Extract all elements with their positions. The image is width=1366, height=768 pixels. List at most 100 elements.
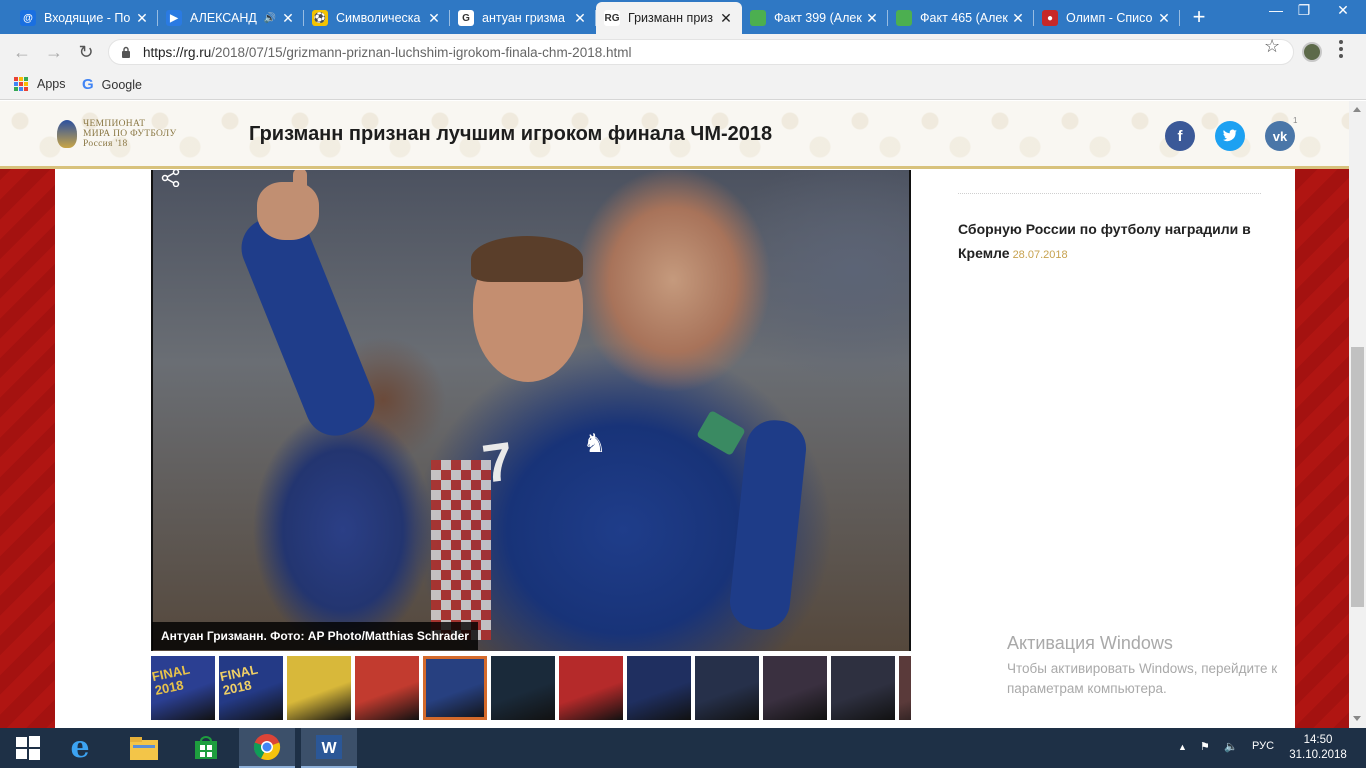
raised-arm-shape [232,205,384,445]
facebook-share-icon[interactable]: f [1165,121,1195,151]
tab-close-icon[interactable]: ✕ [426,10,442,27]
clock-date: 31.10.2018 [1289,749,1347,761]
thumbnail-label: FINAL 2018 [218,661,259,698]
folder-icon [130,737,158,760]
lock-icon [122,46,130,58]
sidebar-divider [958,193,1261,194]
taskbar-file-explorer[interactable] [116,728,172,768]
sidebar-news-link[interactable]: Сборную России по футболу наградили в Кр… [958,217,1268,267]
scroll-down-arrow-icon[interactable] [1353,716,1361,721]
croatia-shirt-shape [431,460,491,640]
logo-line-2: мира по футболу [83,129,177,139]
browser-tab[interactable]: Факт 465 (Алек ✕ [888,2,1034,34]
browser-menu-icon[interactable] [1338,40,1344,58]
reload-button[interactable]: ↻ [74,40,98,64]
url-path: /2018/07/15/grizmann-priznan-luchshim-ig… [211,45,632,60]
tab-audio-icon[interactable]: 🔊 [264,13,276,24]
tab-close-icon[interactable]: ✕ [280,10,296,27]
tab-close-icon[interactable]: ✕ [134,10,150,27]
gallery-thumbnail[interactable] [695,656,759,720]
gallery-thumbnail[interactable] [627,656,691,720]
taskbar-chrome[interactable] [239,728,295,768]
browser-tab[interactable]: @ Входящие - По ✕ [12,2,158,34]
taskbar-store[interactable] [178,728,234,768]
player-hair-shape [471,236,583,282]
tab-title: Факт 465 (Алек [920,11,1008,25]
taskbar-ie[interactable]: e [52,728,108,768]
browser-tab[interactable]: ▶ АЛЕКСАНД 🔊 ✕ [158,2,304,34]
green-square-icon [896,10,912,26]
world-cup-logo[interactable]: Чемпионат мира по футболу Россия '18 [57,119,176,149]
gallery-thumbnail[interactable] [355,656,419,720]
language-indicator[interactable]: РУС [1252,740,1274,752]
new-tab-button[interactable]: + [1186,4,1212,30]
scroll-up-arrow-icon[interactable] [1353,107,1361,112]
tab-close-icon[interactable]: ✕ [572,10,588,27]
gallery-thumbnail[interactable] [491,656,555,720]
green-square-icon [750,10,766,26]
maximize-button[interactable]: ❐ [1286,0,1322,22]
store-icon [195,736,217,759]
gallery-thumbnail[interactable] [831,656,895,720]
volume-icon[interactable]: 🔈 [1224,740,1238,753]
bookmark-star-icon[interactable]: ☆ [1264,36,1280,57]
bookmark-google[interactable]: G Google [82,76,142,93]
profile-avatar[interactable] [1302,42,1322,62]
address-bar[interactable]: https://rg.ru/2018/07/15/grizmann-prizna… [108,39,1294,65]
tab-separator [1179,10,1180,26]
word-icon: W [316,735,342,759]
vk-share-count: 1 [1293,116,1298,125]
tab-close-icon[interactable]: ✕ [1010,10,1026,27]
clock-time: 14:50 [1303,734,1333,746]
gallery-thumbnail[interactable] [287,656,351,720]
activation-line-2: параметрам компьютера. [1007,681,1167,696]
page-scrollbar[interactable] [1349,101,1366,728]
browser-toolbar: ← → ↻ https://rg.ru/2018/07/15/grizmann-… [0,34,1366,70]
rooster-crest-icon: ♞ [583,428,607,458]
google-icon: G [82,76,94,93]
logo-line-3: Россия '18 [83,139,128,149]
bookmark-apps-label: Apps [37,77,66,91]
tab-close-icon[interactable]: ✕ [864,10,880,27]
gallery-thumbnail[interactable] [423,656,487,720]
start-button[interactable] [0,728,56,768]
sidebar-news-date: 28.07.2018 [1012,249,1068,261]
bookmark-apps[interactable]: Apps [14,77,66,91]
browser-tab[interactable]: ● Олимп - Списо ✕ [1034,2,1180,34]
share-icon[interactable] [161,169,181,187]
tab-title: Символическа [336,11,421,25]
taskbar-word[interactable]: W [301,728,357,768]
close-window-button[interactable]: ✕ [1320,0,1366,22]
svg-text:W: W [321,740,337,757]
tab-strip: @ Входящие - По ✕ ▶ АЛЕКСАНД 🔊 ✕ ⚽ Символическа ✕… [0,0,1366,34]
forward-button[interactable]: → [42,40,66,64]
article-photo[interactable]: 7 ♞ [151,170,911,651]
gallery-thumbnail[interactable]: FINAL 2018 [219,656,283,720]
hand-shape [257,182,319,240]
gallery-thumbnail[interactable] [763,656,827,720]
browser-tab[interactable]: RG Гризманн приз ✕ [596,2,742,34]
gallery-thumbnail[interactable] [559,656,623,720]
browser-tab[interactable]: Факт 399 (Алек ✕ [742,2,888,34]
tab-close-icon[interactable]: ✕ [718,10,734,27]
twitter-share-icon[interactable] [1215,121,1245,151]
vk-share-icon[interactable]: vk [1265,121,1295,151]
pointing-finger-shape [293,170,307,212]
gallery-thumbnail[interactable] [899,656,911,720]
browser-tab[interactable]: ⚽ Символическа ✕ [304,2,450,34]
browser-tab[interactable]: Gантуан гризма ✕ [450,2,596,34]
windows-logo-icon [16,736,40,760]
scroll-thumb[interactable] [1351,347,1364,607]
tab-close-icon[interactable]: ✕ [1156,10,1172,27]
taskbar-clock[interactable]: 14:50 31.10.2018 [1288,733,1348,763]
tray-expand-icon[interactable]: ▲ [1178,742,1187,752]
world-cup-emblem-icon [57,120,77,148]
thumbnail-label: FINAL 2018 [151,661,191,698]
network-flag-icon[interactable]: ⚑ [1200,740,1210,753]
gallery-thumbnail[interactable]: FINAL 2018 [151,656,215,720]
apps-grid-icon [14,77,28,91]
back-button[interactable]: ← [10,40,34,64]
activation-title: Активация Windows [1007,633,1173,653]
world-cup-logo-text: Чемпионат мира по футболу Россия '18 [83,119,176,149]
article-headline: Гризманн признан лучшим игроком финала Ч… [249,123,773,145]
